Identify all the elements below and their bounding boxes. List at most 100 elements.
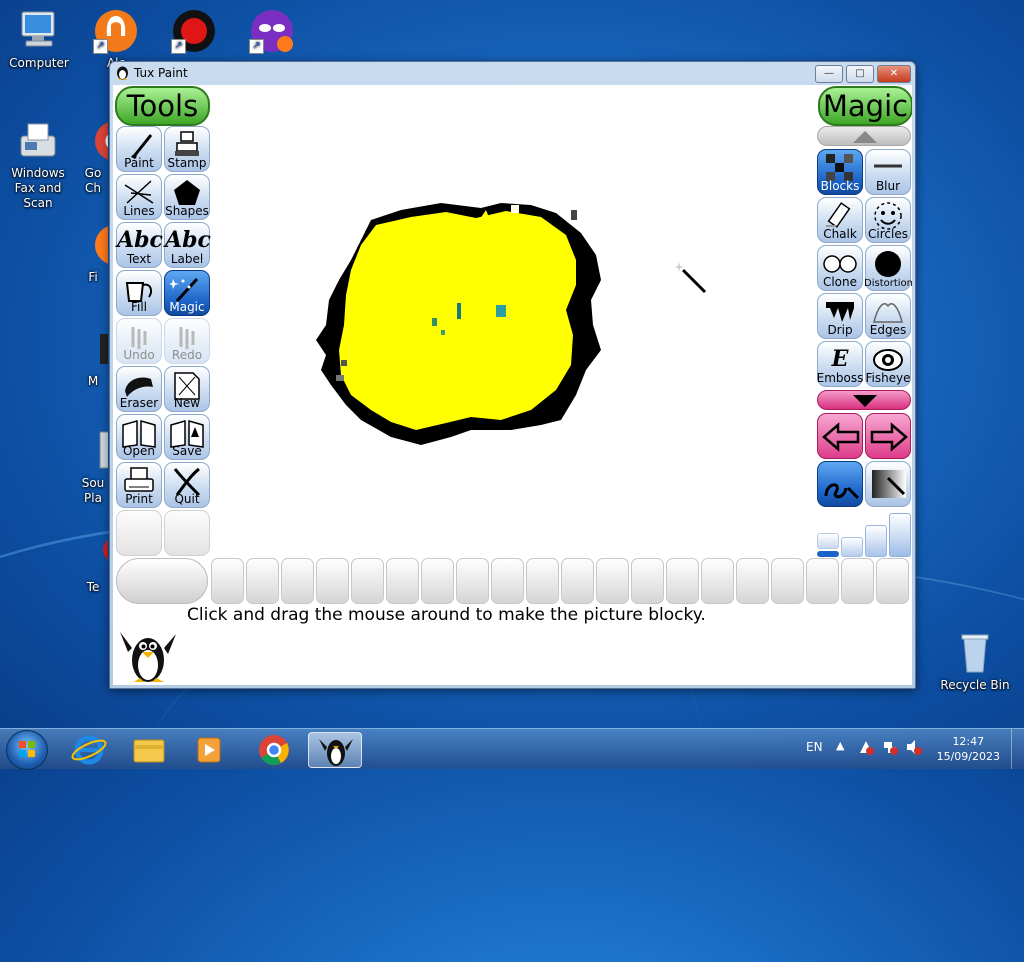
color-swatch[interactable]	[316, 558, 349, 604]
magic-blocks-button[interactable]: Blocks	[817, 149, 863, 195]
tool-quit-button[interactable]: Quit	[164, 462, 210, 508]
color-swatch[interactable]	[701, 558, 734, 604]
tool-label: Eraser	[119, 396, 159, 410]
size-step	[817, 551, 839, 557]
magic-clone-button[interactable]: Clone	[817, 245, 863, 291]
color-swatch[interactable]	[421, 558, 454, 604]
color-swatch[interactable]	[386, 558, 419, 604]
color-swatch[interactable]	[211, 558, 244, 604]
app-icon	[92, 532, 108, 578]
desktop-icon-fi[interactable]: Fi	[78, 222, 108, 285]
taskbar-tux-paint[interactable]	[308, 732, 362, 768]
tool-print-button[interactable]: Print	[116, 462, 162, 508]
color-swatch[interactable]	[526, 558, 559, 604]
color-swatch[interactable]	[666, 558, 699, 604]
tool-label: Shapes	[165, 204, 209, 218]
desktop-icon-label: M	[87, 374, 99, 388]
desktop-icon-m[interactable]: M	[78, 326, 108, 389]
magic-wand-icon	[165, 273, 209, 303]
minimize-button[interactable]: —	[815, 65, 843, 83]
tool-label-button[interactable]: Abc Label	[164, 222, 211, 268]
magic-scroll-down-button[interactable]	[817, 390, 911, 410]
window-titlebar[interactable]: Tux Paint — □ ✕	[110, 62, 915, 84]
color-swatch[interactable]	[561, 558, 594, 604]
magic-circles-button[interactable]: Circles	[865, 197, 911, 243]
tool-redo-button[interactable]: Redo	[164, 318, 210, 364]
tool-undo-button[interactable]: Undo	[116, 318, 162, 364]
magic-blur-button[interactable]: Blur	[865, 149, 911, 195]
tool-magic-button[interactable]: Magic	[164, 270, 210, 316]
tool-lines-button[interactable]: Lines	[116, 174, 162, 220]
tool-open-button[interactable]: Open	[116, 414, 162, 460]
start-button[interactable]	[6, 730, 48, 770]
color-swatch[interactable]	[351, 558, 384, 604]
tool-stamp-button[interactable]: Stamp	[164, 126, 210, 172]
color-swatch[interactable]	[876, 558, 909, 604]
network-icon[interactable]	[882, 739, 898, 755]
magic-paint-mode-button[interactable]	[817, 461, 863, 507]
squiggle-brush-icon	[824, 483, 860, 500]
tool-save-button[interactable]: Save	[164, 414, 210, 460]
desktop-icon-te[interactable]: Te	[78, 532, 108, 595]
magic-fisheye-button[interactable]: Fisheye	[865, 341, 911, 387]
taskbar: EN ▲ 12:47 15/09/2023	[0, 728, 1024, 770]
color-swatch[interactable]	[596, 558, 629, 604]
desktop-icon-privacy-browser[interactable]: ↗	[234, 8, 310, 56]
magic-fullscreen-mode-button[interactable]	[865, 461, 911, 507]
color-swatch[interactable]	[841, 558, 874, 604]
chrome-icon	[92, 118, 108, 164]
desktop-icon-label: Computer	[9, 56, 69, 70]
close-button[interactable]: ✕	[877, 65, 911, 83]
magic-distortion-button[interactable]: Distortion	[864, 245, 912, 291]
record-icon: ↗	[171, 8, 217, 54]
desktop-icon-fax-scan[interactable]: Windows Fax and Scan	[0, 118, 76, 211]
size-step	[841, 537, 863, 557]
desktop-icon-chrome[interactable]: Go Ch	[78, 118, 108, 196]
magic-label: Chalk	[823, 227, 857, 241]
taskbar-media-player[interactable]	[182, 732, 236, 768]
tool-text-button[interactable]: Abc Text	[116, 222, 163, 268]
desktop-icon-sound[interactable]: Sou Pla	[78, 428, 108, 506]
tool-new-button[interactable]: New	[164, 366, 210, 412]
empty-tool-slot	[116, 510, 162, 556]
magic-chalk-button[interactable]: Chalk	[817, 197, 863, 243]
show-hidden-icons-button[interactable]: ▲	[836, 739, 844, 752]
magic-drip-button[interactable]: Drip	[817, 293, 863, 339]
abc-icon-glyph: Abc	[117, 227, 163, 253]
color-swatch[interactable]	[246, 558, 279, 604]
tool-eraser-button[interactable]: Eraser	[116, 366, 162, 412]
tool-paint-button[interactable]: Paint	[116, 126, 162, 172]
color-swatch[interactable]	[806, 558, 839, 604]
color-swatch[interactable]	[456, 558, 489, 604]
magic-scroll-up-button[interactable]	[817, 126, 911, 146]
previous-magic-button[interactable]	[817, 413, 863, 459]
show-desktop-button[interactable]	[1011, 729, 1024, 769]
tool-shapes-button[interactable]: Shapes	[164, 174, 210, 220]
next-magic-button[interactable]	[865, 413, 911, 459]
action-center-icon[interactable]	[858, 739, 874, 755]
taskbar-internet-explorer[interactable]	[62, 732, 116, 768]
magic-edges-button[interactable]: Edges	[865, 293, 911, 339]
tool-fill-button[interactable]: Fill	[116, 270, 162, 316]
magic-emboss-button[interactable]: E Emboss	[817, 341, 863, 387]
color-swatch[interactable]	[491, 558, 524, 604]
maximize-button[interactable]: □	[846, 65, 874, 83]
taskbar-chrome[interactable]	[247, 732, 301, 768]
arrow-right-icon	[870, 422, 908, 452]
brush-size-selector[interactable]	[817, 509, 911, 557]
color-swatch[interactable]	[631, 558, 664, 604]
volume-muted-icon[interactable]	[906, 739, 922, 755]
language-indicator[interactable]: EN	[806, 740, 823, 754]
desktop-icon-recorder[interactable]: ↗	[156, 8, 232, 56]
desktop-icon-computer[interactable]: Computer	[1, 8, 77, 71]
color-swatch[interactable]	[771, 558, 804, 604]
quit-icon	[165, 465, 209, 497]
system-clock[interactable]: 12:47 15/09/2023	[937, 734, 1000, 764]
desktop-icon-recycle-bin[interactable]: Recycle Bin	[937, 630, 1013, 693]
color-swatch[interactable]	[281, 558, 314, 604]
clock-time: 12:47	[952, 735, 985, 748]
canvas-drawing	[316, 203, 601, 445]
taskbar-file-explorer[interactable]	[122, 732, 176, 768]
color-swatch[interactable]	[736, 558, 769, 604]
drawing-canvas[interactable]	[211, 85, 816, 557]
